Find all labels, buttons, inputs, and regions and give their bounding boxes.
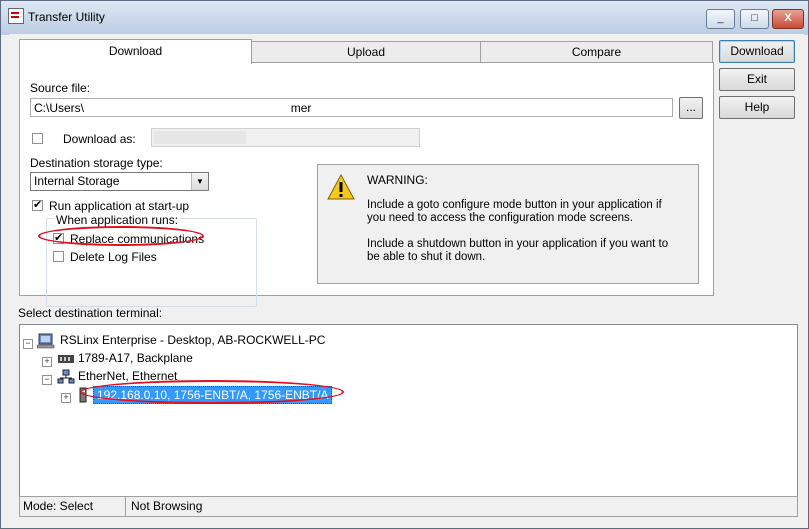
delete-log-files-label: Delete Log Files [70,250,157,264]
destination-storage-label: Destination storage type: [30,156,163,170]
tab-download[interactable]: Download [19,39,252,64]
download-as-checkbox[interactable] [32,133,43,144]
download-panel: Source file: C:\Users\ mer ... Download … [19,62,714,307]
chevron-down-icon[interactable]: ▼ [191,173,208,190]
warning-icon [327,174,355,200]
client-area: Download Upload Compare Source file: C:\… [9,34,804,524]
source-file-label: Source file: [30,81,91,95]
warning-text-3: Include a shutdown button in your applic… [367,238,669,250]
tab-compare[interactable]: Compare [480,41,713,62]
highlight-oval-replace-communications [38,226,204,246]
warning-text-2: you need to access the configuration mod… [367,212,633,224]
ethernet-network-icon [57,369,75,384]
computer-icon [37,333,55,349]
window-title: Transfer Utility [28,10,105,24]
destination-storage-value: Internal Storage [34,174,120,188]
download-as-label: Download as: [63,132,136,146]
backplane-icon [58,355,74,363]
status-mode: Mode: Select [20,497,126,516]
minimize-button[interactable]: _ [706,9,735,29]
warning-text-4: be able to shut it down. [367,251,486,263]
warning-box: WARNING: Include a goto configure mode b… [317,164,699,284]
expand-icon[interactable]: + [42,357,52,367]
status-bar: Mode: Select Not Browsing [19,496,798,517]
tree-node-backplane[interactable]: 1789-A17, Backplane [78,351,193,365]
browse-button[interactable]: ... [679,97,703,119]
transfer-utility-window: Transfer Utility _ □ X Download Upload C… [0,0,809,529]
title-bar[interactable]: Transfer Utility _ □ X [1,1,808,35]
download-as-input[interactable] [151,128,420,147]
maximize-button[interactable]: □ [740,9,769,29]
select-destination-label: Select destination terminal: [18,306,163,320]
app-icon [8,8,24,24]
source-file-input[interactable]: C:\Users\ mer [30,98,673,117]
redacted-block [154,131,246,144]
warning-title: WARNING: [367,173,428,187]
download-button[interactable]: Download [719,40,795,63]
status-browsing: Not Browsing [131,499,203,513]
close-button[interactable]: X [772,9,804,29]
destination-storage-select[interactable]: Internal Storage ▼ [30,172,209,191]
tab-upload[interactable]: Upload [251,41,481,62]
delete-log-files-checkbox[interactable] [53,251,64,262]
destination-tree[interactable]: − RSLinx Enterprise - Desktop, AB-ROCKWE… [19,324,798,498]
run-at-startup-checkbox[interactable]: ✔ [32,200,43,211]
warning-text-1: Include a goto configure mode button in … [367,199,662,211]
run-at-startup-label: Run application at start-up [49,199,190,213]
collapse-icon[interactable]: − [23,339,33,349]
tree-node-root[interactable]: RSLinx Enterprise - Desktop, AB-ROCKWELL… [60,333,325,347]
expand-icon[interactable]: + [61,393,71,403]
exit-button[interactable]: Exit [719,68,795,91]
collapse-icon[interactable]: − [42,375,52,385]
help-button[interactable]: Help [719,96,795,119]
when-runs-label: When application runs: [54,213,181,227]
highlight-oval-device [80,380,344,404]
